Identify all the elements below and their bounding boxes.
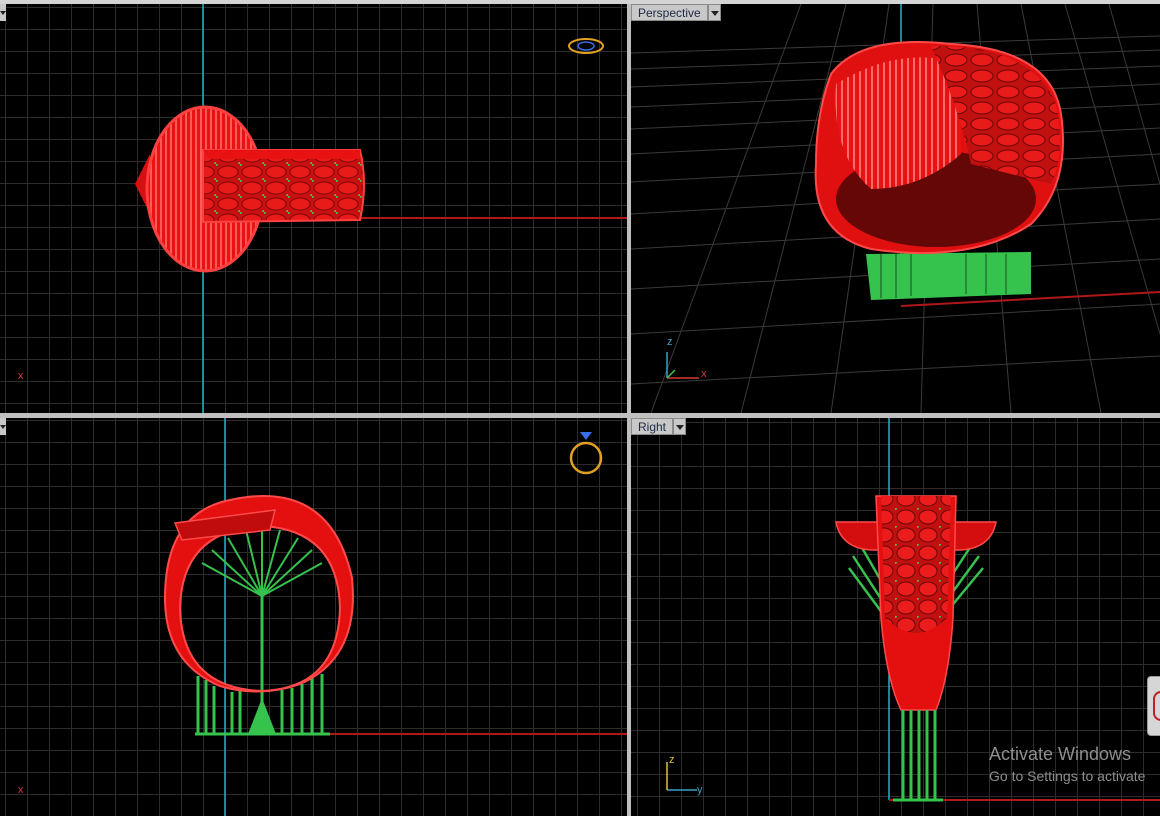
chevron-down-icon[interactable] bbox=[707, 4, 721, 21]
chevron-down-icon[interactable] bbox=[673, 418, 687, 435]
viewport-tab-perspective[interactable]: Perspective bbox=[631, 4, 721, 21]
viewport-front[interactable]: x bbox=[0, 418, 627, 816]
viewport-label: Right bbox=[638, 420, 667, 434]
axis-triad-icon bbox=[666, 352, 699, 379]
viewport-right[interactable]: Right z y Activate Windows Go to Setting… bbox=[631, 418, 1160, 816]
viewport-menu-dropdown[interactable] bbox=[0, 4, 6, 21]
perspective-view-canvas bbox=[631, 4, 1160, 413]
ring-pattern bbox=[881, 496, 951, 633]
viewport-tab-right[interactable]: Right bbox=[631, 418, 687, 435]
top-view-canvas bbox=[135, 4, 627, 413]
axis-label-x: x bbox=[18, 784, 24, 796]
viewport-perspective[interactable]: Perspective z x bbox=[631, 4, 1160, 413]
ring-band-edge bbox=[203, 150, 360, 159]
axis-label-z: z bbox=[667, 336, 673, 348]
viewport-menu-dropdown[interactable] bbox=[0, 418, 6, 435]
axis-label-y: y bbox=[697, 784, 703, 796]
axis-label-x: x bbox=[18, 370, 24, 382]
ring-band-top bbox=[202, 149, 365, 224]
activation-watermark-title: Activate Windows bbox=[989, 744, 1132, 764]
activation-watermark-subtitle: Go to Settings to activate bbox=[989, 768, 1146, 784]
front-view-canvas bbox=[163, 418, 627, 816]
ring-gumball-icon bbox=[569, 432, 603, 475]
viewport-top[interactable]: x bbox=[0, 4, 627, 413]
axis-label-z: z bbox=[669, 754, 675, 766]
viewport-label: Perspective bbox=[638, 6, 701, 20]
ring-gumball-icon bbox=[568, 38, 604, 54]
side-panel-handle[interactable] bbox=[1147, 676, 1160, 736]
